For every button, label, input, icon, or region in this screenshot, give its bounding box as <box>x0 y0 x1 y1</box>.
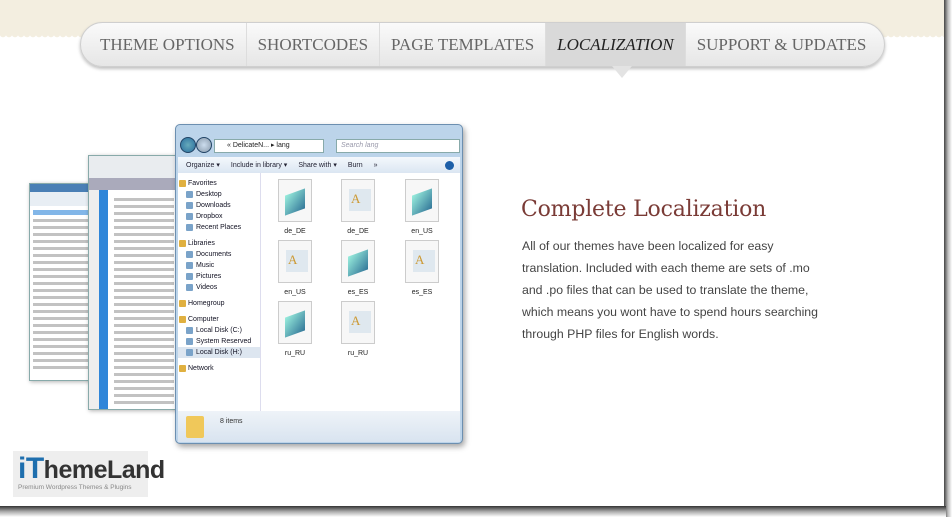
folder-icon <box>186 416 204 438</box>
frame-shadow-right <box>944 0 952 517</box>
mo-file-icon <box>341 179 375 222</box>
forward-button[interactable] <box>196 137 212 153</box>
logo-tagline: Premium Wordpress Themes & Plugins <box>18 484 132 491</box>
active-tab-pointer <box>612 66 632 78</box>
mo-file-icon <box>278 240 312 283</box>
po-file-icon <box>278 301 312 344</box>
file-item[interactable]: en_US <box>397 179 447 235</box>
file-item[interactable]: de_DE <box>333 179 383 235</box>
main-nav: THEME OPTIONS SHORTCODES PAGE TEMPLATES … <box>80 22 885 67</box>
explorer-toolbar: Organize ▾ Include in library ▾ Share wi… <box>178 157 460 173</box>
nav-favorites[interactable]: Favorites <box>178 178 260 189</box>
tab-page-templates[interactable]: PAGE TEMPLATES <box>380 23 547 66</box>
file-item[interactable]: de_DE <box>270 179 320 235</box>
navigation-pane: Favorites Desktop Downloads Dropbox Rece… <box>178 173 261 411</box>
share-with-button[interactable]: Share with ▾ <box>298 161 337 169</box>
frame-shadow-bottom <box>0 506 946 517</box>
item-count: 8 items <box>220 418 243 425</box>
mo-file-icon <box>341 301 375 344</box>
nav-dropbox[interactable]: Dropbox <box>178 211 260 222</box>
nav-downloads[interactable]: Downloads <box>178 200 260 211</box>
nav-desktop[interactable]: Desktop <box>178 189 260 200</box>
burn-button[interactable]: Burn <box>348 162 363 169</box>
code-editor-window-screenshot <box>88 155 178 410</box>
nav-music[interactable]: Music <box>178 260 260 271</box>
nav-libraries[interactable]: Libraries <box>178 238 260 249</box>
nav-system-reserved[interactable]: System Reserved (E:) <box>178 336 260 356</box>
file-item[interactable]: es_ES <box>397 240 447 296</box>
status-bar: 8 items <box>178 411 460 442</box>
include-in-library-button[interactable]: Include in library ▾ <box>231 161 287 169</box>
file-item[interactable]: en_US <box>270 240 320 296</box>
po-file-icon <box>405 179 439 222</box>
more-button[interactable]: » <box>374 162 378 169</box>
section-title: Complete Localization <box>521 197 767 222</box>
nav-recent-places[interactable]: Recent Places <box>178 222 260 233</box>
nav-videos[interactable]: Videos <box>178 282 260 293</box>
mo-file-icon <box>405 240 439 283</box>
nav-local-disk-c[interactable]: Local Disk (C:) <box>178 325 260 336</box>
file-item[interactable]: ru_RU <box>333 301 383 357</box>
section-description: All of our themes have been localized fo… <box>522 239 818 341</box>
nav-documents[interactable]: Documents <box>178 249 260 260</box>
file-item[interactable]: es_ES <box>333 240 383 296</box>
back-button[interactable] <box>180 137 196 153</box>
help-icon[interactable] <box>445 160 454 170</box>
nav-local-disk-h[interactable]: Local Disk (H:) <box>178 347 260 358</box>
tab-support-updates[interactable]: SUPPORT & UPDATES <box>686 23 878 66</box>
address-bar[interactable]: « DelicateN... ▸ lang <box>214 139 324 153</box>
tab-localization[interactable]: LOCALIZATION <box>546 23 686 66</box>
file-item[interactable]: ru_RU <box>270 301 320 357</box>
tab-theme-options[interactable]: THEME OPTIONS <box>89 23 247 66</box>
ithemeland-logo: iThemeLand Premium Wordpress Themes & Pl… <box>13 451 165 497</box>
po-file-icon <box>341 240 375 283</box>
nav-computer[interactable]: Computer <box>178 314 260 325</box>
nav-network[interactable]: Network <box>178 363 260 374</box>
po-file-icon <box>278 179 312 222</box>
organize-button[interactable]: Organize ▾ <box>186 161 220 169</box>
search-input[interactable]: Search lang <box>336 139 460 153</box>
nav-pictures[interactable]: Pictures <box>178 271 260 282</box>
tab-shortcodes[interactable]: SHORTCODES <box>247 23 381 66</box>
file-list: de_DE de_DE en_US en_US es_ES es_ES ru_R… <box>261 173 460 411</box>
nav-homegroup[interactable]: Homegroup <box>178 298 260 309</box>
file-explorer-window: « DelicateN... ▸ lang Search lang Organi… <box>175 124 463 444</box>
